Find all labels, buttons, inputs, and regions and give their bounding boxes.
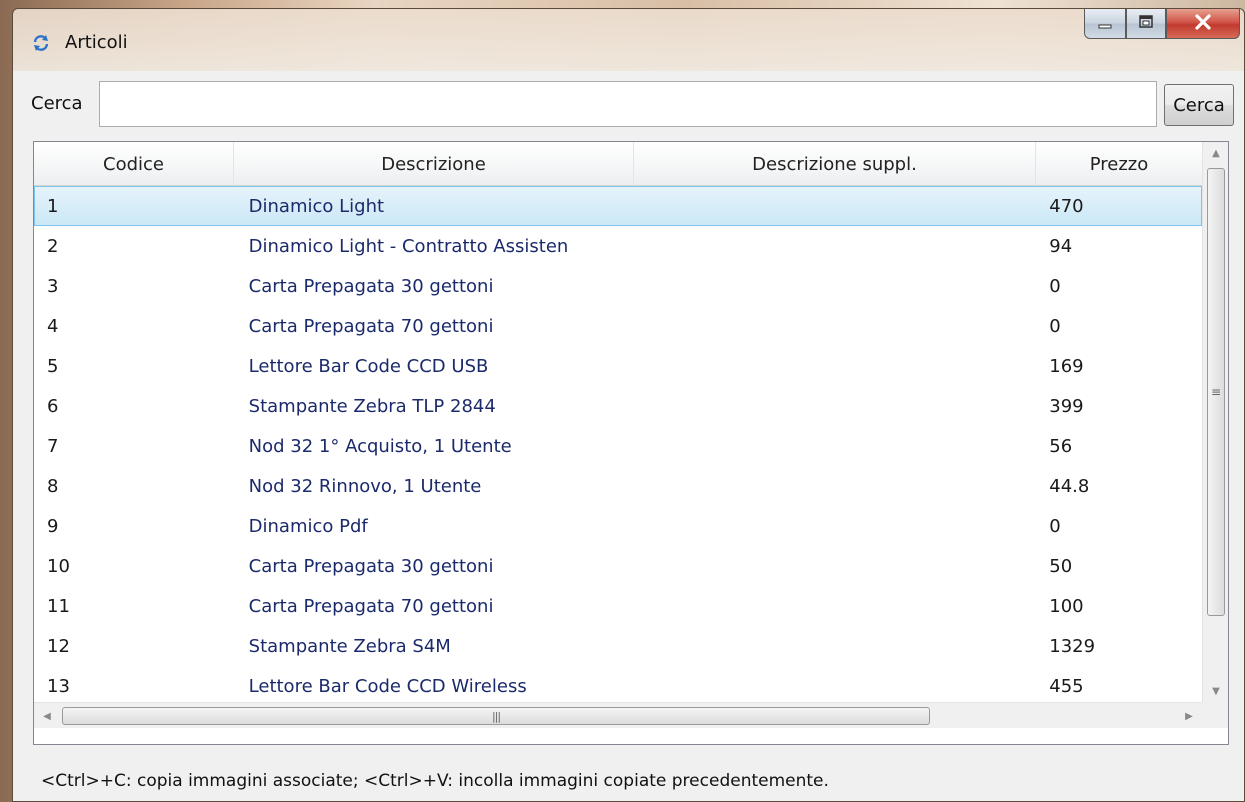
table-row[interactable]: 7 Nod 32 1° Acquisto, 1 Utente 56 [34, 426, 1202, 466]
scroll-up-icon[interactable]: ▲ [1203, 142, 1228, 164]
row-descrizione: Lettore Bar Code CCD Wireless [248, 675, 527, 697]
row-codice: 10 [47, 555, 70, 577]
row-descrizione-suppl [634, 427, 1035, 465]
scroll-corner [1202, 702, 1228, 728]
row-codice: 7 [47, 435, 59, 457]
row-prezzo: 94 [1049, 235, 1073, 257]
row-codice: 12 [47, 635, 70, 657]
row-descrizione-suppl [634, 267, 1035, 305]
grid-rows: 1 Dinamico Light 470 2 Dinamico Light - Cont… [34, 186, 1202, 706]
search-button[interactable]: Cerca [1164, 84, 1234, 126]
row-descrizione: Nod 32 Rinnovo, 1 Utente [248, 475, 482, 497]
maximize-icon [1138, 14, 1154, 33]
minimize-icon [1097, 14, 1113, 33]
table-row[interactable]: 4 Carta Prepagata 70 gettoni 0 [34, 306, 1202, 346]
row-codice: 4 [47, 315, 59, 337]
row-codice: 6 [47, 395, 59, 417]
table-row[interactable]: 9 Dinamico Pdf 0 [34, 506, 1202, 546]
row-codice: 9 [47, 515, 59, 537]
row-descrizione: Lettore Bar Code CCD USB [248, 355, 489, 377]
table-row[interactable]: 10 Carta Prepagata 30 gettoni 50 [34, 546, 1202, 586]
row-descrizione-suppl [634, 587, 1035, 625]
keyboard-hint: <Ctrl>+C: copia immagini associate; <Ctr… [41, 771, 829, 791]
table-row[interactable]: 13 Lettore Bar Code CCD Wireless 455 [34, 666, 1202, 706]
table-row[interactable]: 8 Nod 32 Rinnovo, 1 Utente 44.8 [34, 466, 1202, 506]
table-row[interactable]: 11 Carta Prepagata 70 gettoni 100 [34, 586, 1202, 626]
row-descrizione: Carta Prepagata 70 gettoni [248, 595, 494, 617]
row-descrizione-suppl [634, 347, 1035, 385]
row-codice: 1 [47, 195, 59, 217]
row-prezzo: 399 [1049, 395, 1084, 417]
grid-header: Codice Descrizione Descrizione suppl. Pr… [34, 142, 1202, 186]
maximize-button[interactable] [1126, 9, 1166, 39]
row-prezzo: 169 [1049, 355, 1084, 377]
scroll-down-icon[interactable]: ▼ [1203, 680, 1228, 702]
row-codice: 13 [47, 675, 70, 697]
title-bar[interactable]: Articoli [13, 9, 1244, 69]
row-descrizione: Nod 32 1° Acquisto, 1 Utente [248, 435, 512, 457]
table-row[interactable]: 1 Dinamico Light 470 [34, 186, 1202, 226]
caption-buttons [1084, 9, 1240, 39]
row-prezzo: 470 [1049, 195, 1084, 217]
row-prezzo: 0 [1049, 515, 1061, 537]
table-row[interactable]: 12 Stampante Zebra S4M 1329 [34, 626, 1202, 666]
horizontal-scrollbar[interactable]: ◀ ||| ▶ [34, 702, 1202, 728]
row-codice: 2 [47, 235, 59, 257]
row-codice: 8 [47, 475, 59, 497]
row-descrizione-suppl [634, 467, 1035, 505]
column-header-prezzo[interactable]: Prezzo [1036, 142, 1202, 186]
search-label: Cerca [31, 93, 83, 114]
table-row[interactable]: 6 Stampante Zebra TLP 2844 399 [34, 386, 1202, 426]
client-area: Cerca Cerca Codice Descrizione Descrizio… [13, 71, 1244, 801]
row-prezzo: 1329 [1049, 635, 1096, 657]
row-prezzo: 100 [1049, 595, 1084, 617]
row-prezzo: 50 [1049, 555, 1073, 577]
row-codice: 11 [47, 595, 70, 617]
row-codice: 5 [47, 355, 59, 377]
table-row[interactable]: 5 Lettore Bar Code CCD USB 169 [34, 346, 1202, 386]
row-prezzo: 455 [1049, 675, 1084, 697]
row-descrizione-suppl [634, 187, 1035, 225]
row-descrizione-suppl [634, 307, 1035, 345]
row-descrizione: Stampante Zebra TLP 2844 [248, 395, 496, 417]
row-prezzo: 44.8 [1049, 475, 1090, 497]
close-button[interactable] [1166, 9, 1240, 39]
articles-grid: Codice Descrizione Descrizione suppl. Pr… [33, 141, 1229, 745]
refresh-icon [31, 33, 51, 53]
row-prezzo: 0 [1049, 275, 1061, 297]
row-prezzo: 56 [1049, 435, 1073, 457]
row-descrizione: Stampante Zebra S4M [248, 635, 451, 657]
articoli-window: Articoli Cerca Cerca Codice Descrizione … [12, 8, 1245, 802]
window-title: Articoli [65, 32, 128, 53]
vertical-scrollbar[interactable]: ▲ ≡ ▼ [1202, 142, 1228, 702]
close-icon [1194, 13, 1212, 34]
search-input[interactable] [99, 81, 1157, 127]
row-descrizione: Carta Prepagata 30 gettoni [248, 555, 494, 577]
column-header-descrizione-suppl[interactable]: Descrizione suppl. [634, 142, 1036, 186]
table-row[interactable]: 2 Dinamico Light - Contratto Assisten 94 [34, 226, 1202, 266]
row-descrizione: Dinamico Light - Contratto Assisten [248, 235, 569, 257]
row-descrizione-suppl [634, 507, 1035, 545]
row-descrizione-suppl [634, 547, 1035, 585]
column-header-descrizione[interactable]: Descrizione [234, 142, 634, 186]
row-descrizione: Dinamico Pdf [248, 515, 368, 537]
scroll-right-icon[interactable]: ▶ [1176, 703, 1202, 729]
row-descrizione-suppl [634, 627, 1035, 665]
scroll-left-icon[interactable]: ◀ [34, 703, 60, 729]
table-row[interactable]: 3 Carta Prepagata 30 gettoni 0 [34, 266, 1202, 306]
row-codice: 3 [47, 275, 59, 297]
row-descrizione: Carta Prepagata 70 gettoni [248, 315, 494, 337]
row-descrizione: Carta Prepagata 30 gettoni [248, 275, 494, 297]
horizontal-scroll-thumb[interactable]: ||| [62, 707, 930, 725]
row-descrizione: Dinamico Light [248, 195, 385, 217]
vertical-scroll-thumb[interactable]: ≡ [1207, 168, 1225, 616]
minimize-button[interactable] [1084, 9, 1126, 39]
row-descrizione-suppl [634, 667, 1035, 705]
row-prezzo: 0 [1049, 315, 1061, 337]
row-descrizione-suppl [634, 387, 1035, 425]
row-descrizione-suppl [634, 227, 1035, 265]
column-header-codice[interactable]: Codice [34, 142, 234, 186]
